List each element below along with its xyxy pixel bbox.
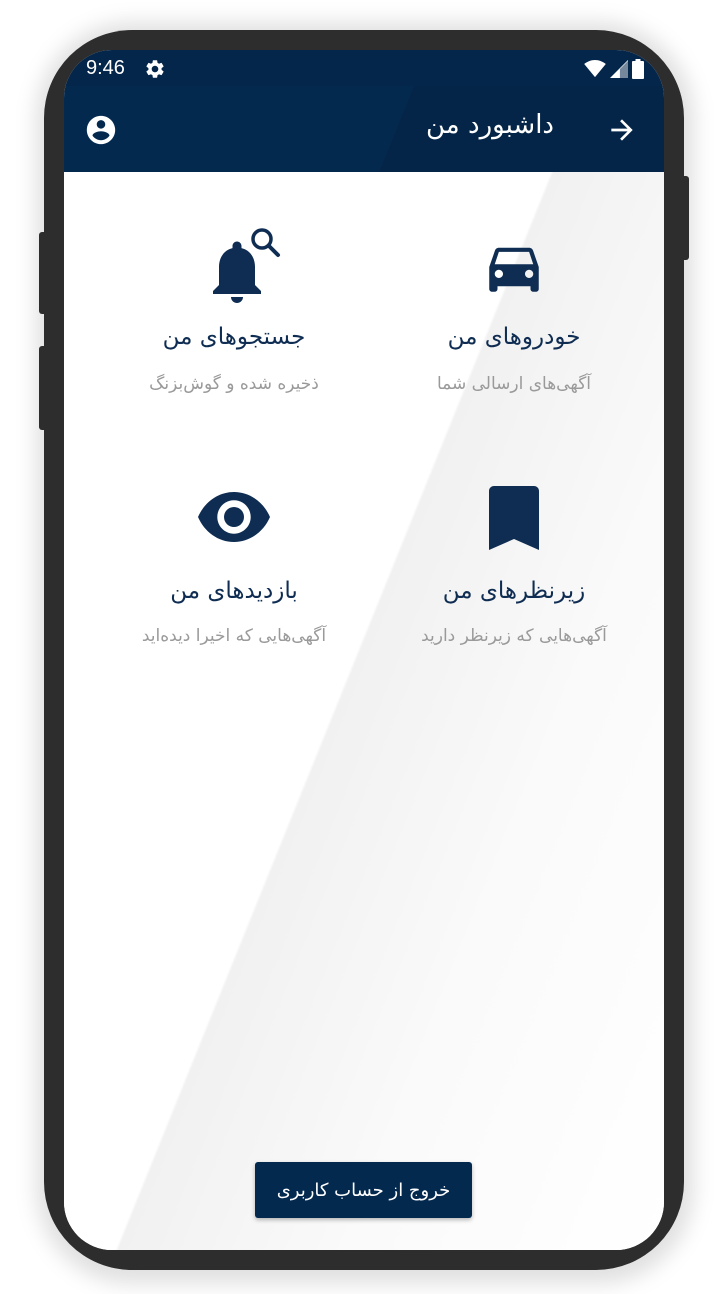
dashboard-item-my-views[interactable]: بازدیدهای من آگهی‌هایی که اخیرا دیده‌اید — [84, 424, 384, 674]
app-bar: داشبورد من — [64, 86, 664, 172]
status-time: 9:46 — [86, 57, 125, 79]
page-title: داشبورد من — [426, 110, 554, 140]
wifi-icon — [584, 60, 606, 78]
tile-title-my-cars: خودروهای من — [447, 324, 581, 350]
logout-button[interactable]: خروج از حساب کاربری — [255, 1162, 472, 1218]
dashboard-item-my-searches[interactable]: جستجوهای من ذخیره شده و گوش‌بزنگ — [84, 172, 384, 422]
tile-title-my-searches: جستجوهای من — [162, 324, 306, 350]
eye-icon — [198, 492, 270, 542]
tile-subtitle-my-searches: ذخیره شده و گوش‌بزنگ — [149, 374, 319, 394]
tile-title-my-views: بازدیدهای من — [170, 578, 298, 604]
bell-search-icon — [213, 228, 280, 303]
back-arrow-icon[interactable] — [606, 114, 638, 146]
battery-icon — [632, 59, 644, 79]
app-screen: 9:46 داشبورد من — [64, 50, 664, 1250]
cellular-signal-icon — [610, 60, 628, 78]
tile-subtitle-my-cars: آگهی‌های ارسالی شما — [436, 374, 592, 394]
dashboard-item-my-watchlist[interactable]: زیرنظرهای من آگهی‌هایی که زیرنظر دارید — [364, 424, 664, 674]
dashboard-item-my-cars[interactable]: خودروهای من آگهی‌های ارسالی شما — [364, 172, 664, 422]
app-bar-shade — [64, 86, 664, 172]
bookmark-icon — [489, 486, 539, 550]
tile-subtitle-my-watchlist: آگهی‌هایی که زیرنظر دارید — [421, 626, 607, 646]
status-bar: 9:46 — [64, 50, 664, 86]
status-indicators — [584, 58, 644, 80]
settings-gear-icon — [146, 60, 164, 78]
dashboard-content: خودروهای من آگهی‌های ارسالی شما جستجوهای… — [64, 172, 664, 1250]
account-circle-icon[interactable] — [84, 113, 118, 147]
car-icon — [489, 247, 539, 292]
tile-title-my-watchlist: زیرنظرهای من — [442, 578, 586, 604]
tile-subtitle-my-views: آگهی‌هایی که اخیرا دیده‌اید — [141, 626, 327, 646]
